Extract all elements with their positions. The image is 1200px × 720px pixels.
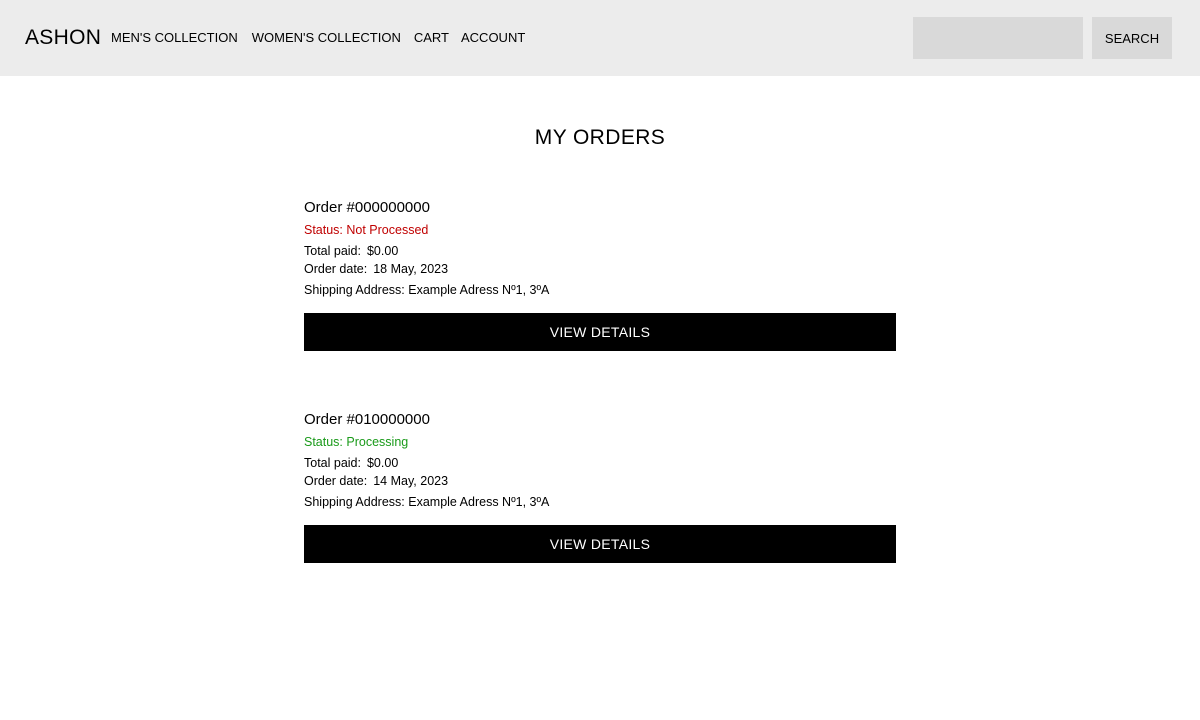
order-address-row: Shipping Address: Example Adress Nº1, 3º…: [304, 494, 896, 510]
main-nav: MEN'S COLLECTION WOMEN'S COLLECTION CART…: [111, 30, 525, 46]
order-address-value: Example Adress Nº1, 3ºA: [408, 495, 550, 509]
search-input[interactable]: [913, 17, 1083, 59]
view-details-button[interactable]: VIEW DETAILS: [304, 313, 896, 351]
order-date-value: 14 May, 2023: [373, 474, 449, 488]
order-address-row: Shipping Address: Example Adress Nº1, 3º…: [304, 282, 896, 298]
order-number: Order #010000000: [304, 411, 430, 428]
order-total-row: Total paid: $0.00: [304, 243, 896, 259]
order-date-row: Order date: 14 May, 2023: [304, 473, 896, 489]
brand-logo[interactable]: ASHON: [25, 24, 101, 52]
nav-cart[interactable]: CART: [414, 30, 449, 46]
order-date-label: Order date:: [304, 474, 368, 488]
search-button[interactable]: SEARCH: [1092, 17, 1172, 59]
order-card: Order #000000000 Status: Not Processed T…: [304, 198, 896, 351]
order-card: Order #010000000 Status: Processing Tota…: [304, 410, 896, 563]
top-navigation-bar: ASHON MEN'S COLLECTION WOMEN'S COLLECTIO…: [0, 0, 1200, 76]
order-address-label: Shipping Address:: [304, 495, 405, 509]
order-total-label: Total paid:: [304, 456, 361, 470]
order-address-value: Example Adress Nº1, 3ºA: [408, 283, 550, 297]
order-total-value: $0.00: [366, 456, 399, 470]
order-status: Status: Processing: [304, 435, 409, 449]
order-date-value: 18 May, 2023: [373, 262, 449, 276]
order-total-value: $0.00: [366, 244, 399, 258]
nav-womens-collection[interactable]: WOMEN'S COLLECTION: [252, 30, 401, 46]
order-total-label: Total paid:: [304, 244, 361, 258]
order-date-label: Order date:: [304, 262, 368, 276]
order-total-row: Total paid: $0.00: [304, 455, 896, 471]
order-address-label: Shipping Address:: [304, 283, 405, 297]
nav-mens-collection[interactable]: MEN'S COLLECTION: [111, 30, 238, 46]
order-date-row: Order date: 18 May, 2023: [304, 261, 896, 277]
page-title: MY ORDERS: [534, 126, 666, 149]
order-number: Order #000000000: [304, 199, 430, 216]
view-details-button[interactable]: VIEW DETAILS: [304, 525, 896, 563]
order-status: Status: Not Processed: [304, 223, 429, 237]
nav-account[interactable]: ACCOUNT: [461, 30, 525, 46]
